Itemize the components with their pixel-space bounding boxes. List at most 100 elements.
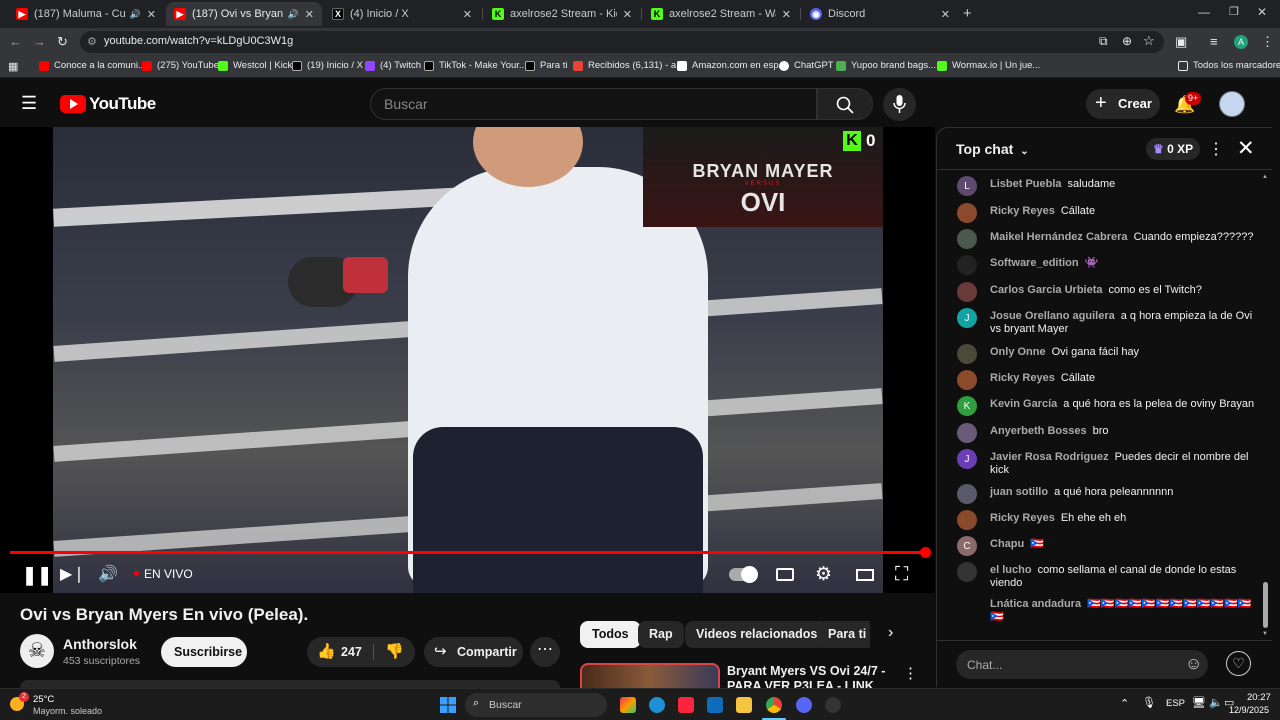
create-button[interactable]: + Crear [1086,89,1160,119]
xp-badge[interactable]: ♛ 0 XP [1146,138,1201,160]
chat-message[interactable]: el lucho como sellama el canal de donde l… [957,562,1257,590]
bookmark-item[interactable]: ChatGPT [779,60,834,71]
language-indicator[interactable]: ESP [1166,698,1185,709]
network-icon[interactable]: 🖥 [1192,696,1206,709]
bookmark-item[interactable]: Wormax.io | Un jue... [937,60,1040,71]
close-tab-icon[interactable]: ✕ [463,8,472,21]
related-title[interactable]: Bryant Myers VS Ovi 24/7 - PARA VER P3LE… [727,664,887,688]
chat-author[interactable]: el lucho [990,564,1032,576]
live-label[interactable]: EN VIVO [144,567,193,581]
profile-avatar[interactable]: A [1234,35,1248,49]
bookmark-item[interactable]: Para ti [525,60,567,71]
chat-avatar[interactable]: K [957,396,977,416]
bookmark-item[interactable]: Amazon.com en esp... [677,60,787,71]
autoplay-toggle[interactable] [729,566,758,583]
next-icon[interactable]: ▶❘ [60,564,86,584]
browser-tab[interactable]: K axelrose2 Stream - Kick Dashbo ✕ [484,2,640,26]
chat-avatar[interactable] [957,484,977,504]
more-actions-icon[interactable]: ⋯ [530,637,560,667]
scroll-up-icon[interactable]: ▲ [1262,174,1268,180]
fullscreen-icon[interactable]: ⛶ [895,564,908,586]
chip-para-ti[interactable]: Para ti [818,621,870,648]
hamburger-menu-icon[interactable]: ☰ [21,93,37,114]
chat-avatar[interactable] [957,596,977,616]
reload-icon[interactable]: ↻ [57,34,68,50]
windows-start-icon[interactable] [440,697,456,713]
copilot-icon[interactable] [620,697,636,713]
music-icon[interactable] [678,697,694,713]
chat-author[interactable]: Lisbet Puebla [990,178,1062,190]
subscribe-button[interactable]: Suscribirse [161,637,247,667]
minimize-icon[interactable]: — [1198,5,1210,19]
bookmark-item[interactable]: (19) Inicio / X [292,60,363,71]
all-bookmarks[interactable]: Todos los marcadores [1178,60,1280,71]
chat-author[interactable]: Chapu [990,538,1024,550]
chat-author[interactable]: Ricky Reyes [990,205,1055,217]
chat-author[interactable]: juan sotillo [990,486,1048,498]
chat-avatar[interactable]: J [957,449,977,469]
close-tab-icon[interactable]: ✕ [623,8,632,21]
address-bar[interactable]: ⚙ youtube.com/watch?v=kLDgU0C3W1g ⧉ ⊕ ☆ [80,31,1164,53]
chat-author[interactable]: Josue Orellano aguilera [990,310,1115,322]
speaker-icon[interactable]: 🔊 [288,9,299,20]
chat-avatar[interactable] [957,203,977,223]
discord-icon[interactable] [796,697,812,713]
chrome-icon[interactable] [766,697,782,713]
chat-message[interactable]: Software_edition 👾 [957,255,1257,275]
weather-desc[interactable]: Mayorm. soleado [33,706,102,716]
chat-message[interactable]: K Kevin García a qué hora es la pelea de o… [957,396,1257,416]
bookmark-item[interactable]: Recibidos (6,131) - a... [573,60,684,71]
thumbs-down-icon[interactable]: 👎 [385,642,404,660]
microphone-tray-icon[interactable]: 🎙 [1142,696,1156,709]
browser-tab[interactable]: ◉ Discord ✕ [802,2,958,26]
chat-avatar[interactable] [957,562,977,582]
zoom-icon[interactable]: ⊕ [1122,34,1132,48]
taskbar-search[interactable]: ⌕ Buscar [465,693,607,717]
chat-message[interactable]: juan sotillo a qué hora peleannnnnn [957,484,1257,504]
share-button[interactable]: ↪ Compartir [424,637,523,667]
chat-message[interactable]: Lnática andadura 🇵🇷🇵🇷🇵🇷🇵🇷🇵🇷🇵🇷🇵🇷🇵🇷🇵🇷🇵🇷🇵🇷🇵🇷… [957,596,1257,624]
chips-next-icon[interactable]: › [888,624,893,642]
scroll-down-icon[interactable]: ▼ [1262,631,1268,637]
channel-avatar[interactable]: ☠ [20,634,54,668]
outlook-icon[interactable] [707,697,723,713]
emoji-icon[interactable]: ☺ [1185,654,1202,674]
browser-tab[interactable]: ▶ (187) Maluma - Cuatro Bab 🔊 ✕ [8,2,164,26]
related-more-icon[interactable]: ⋮ [903,664,918,682]
chat-author[interactable]: Maikel Hernández Cabrera [990,231,1128,243]
chat-author[interactable]: Ricky Reyes [990,512,1055,524]
pause-icon[interactable]: ❚❚ [22,565,52,586]
forward-icon[interactable]: → [33,34,46,49]
file-explorer-icon[interactable] [736,697,752,713]
video-player[interactable]: BRYAN MAYER VERSUS OVI K 0 ☠ ❚❚ ▶❘ 🔊 EN … [0,127,935,593]
menu-icon[interactable]: ⋮ [1261,34,1274,50]
progress-scrubber[interactable] [920,547,931,558]
subtitles-icon[interactable] [776,568,794,581]
chat-more-icon[interactable]: ⋮ [1208,139,1224,159]
close-tab-icon[interactable]: ✕ [782,8,791,21]
chat-author[interactable]: Carlos Garcia Urbieta [990,284,1103,296]
chat-avatar[interactable] [957,423,977,443]
chat-message[interactable]: J Javier Rosa Rodriguez Puedes decir el no… [957,449,1257,477]
related-thumbnail[interactable] [580,663,720,688]
browser-tab-active[interactable]: ▶ (187) Ovi vs Bryan Myers En 🔊 ✕ [166,2,322,26]
settings-gear-icon[interactable]: ⚙ [815,563,832,586]
browser-tab[interactable]: X (4) Inicio / X ✕ [324,2,480,26]
app-icon[interactable] [825,697,841,713]
tray-overflow-icon[interactable]: ⌃ [1120,697,1129,710]
chat-author[interactable]: Javier Rosa Rodriguez [990,451,1109,463]
volume-icon[interactable]: 🔊 [98,564,118,584]
chat-message[interactable]: Anyerbeth Bosses bro [957,423,1257,443]
chat-author[interactable]: Lnática andadura [990,598,1081,610]
chat-avatar[interactable]: L [957,176,977,196]
chat-message[interactable]: L Lisbet Puebla saludame [957,176,1257,196]
search-button[interactable] [817,88,873,120]
chat-message[interactable]: J Josue Orellano aguilera a q hora empieza… [957,308,1257,336]
chat-author[interactable]: Software_edition [990,257,1079,269]
bookmark-item[interactable]: Yupoo brand bags... [836,60,936,71]
chat-author[interactable]: Ricky Reyes [990,372,1055,384]
site-info-icon[interactable]: ⚙ [87,35,97,48]
chat-message[interactable]: Ricky Reyes Cállate [957,370,1257,390]
clock-date[interactable]: 12/9/2025 [1229,705,1269,715]
bookmark-star-icon[interactable]: ☆ [1143,33,1155,49]
